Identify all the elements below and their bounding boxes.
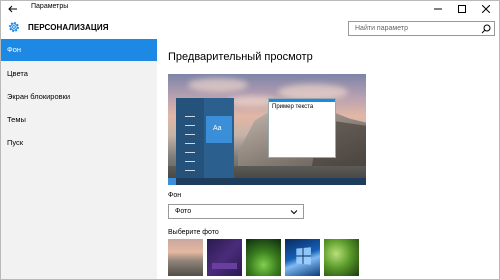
photo-thumbnail-2[interactable]: [207, 239, 242, 276]
preview-taskbar: [168, 178, 366, 185]
background-preview: Aa Пример текста: [168, 74, 366, 185]
title-bar: Параметры: [1, 1, 499, 17]
sidebar-item-colors[interactable]: Цвета: [1, 63, 157, 85]
search-placeholder: Найти параметр: [355, 25, 408, 32]
sidebar-item-themes[interactable]: Темы: [1, 109, 157, 131]
sidebar-item-background[interactable]: Фон: [1, 39, 157, 61]
page-title: ПЕРСОНАЛИЗАЦИЯ: [28, 23, 109, 32]
background-label: Фон: [168, 192, 182, 199]
background-type-value: Фото: [175, 208, 192, 215]
background-type-dropdown[interactable]: Фото: [168, 204, 304, 219]
preview-sample-window: Пример текста: [268, 98, 336, 158]
photo-thumbnail-5[interactable]: [324, 239, 359, 276]
main-content: Предварительный просмотр Aa Пример текст…: [157, 39, 499, 279]
settings-window: Параметры ПЕРСОНАЛИЗАЦИЯ Найти параметр …: [0, 0, 500, 280]
minimize-button[interactable]: [427, 1, 449, 17]
sidebar: Фон Цвета Экран блокировки Темы Пуск: [1, 39, 157, 279]
gear-icon: [9, 22, 19, 32]
photo-thumbnail-3[interactable]: [246, 239, 281, 276]
back-arrow-icon: [8, 5, 17, 13]
chevron-down-icon: [290, 210, 298, 215]
preview-tile-label: Aa: [213, 125, 222, 132]
maximize-icon: [458, 5, 466, 13]
photo-thumbnail-4[interactable]: [285, 239, 320, 276]
minimize-icon: [434, 8, 442, 10]
window-title: Параметры: [31, 3, 69, 10]
maximize-button[interactable]: [451, 1, 473, 17]
close-button[interactable]: [475, 1, 497, 17]
preview-sample-text: Пример текста: [272, 104, 314, 110]
close-icon: [482, 5, 490, 13]
search-input[interactable]: Найти параметр: [348, 21, 495, 36]
preview-heading: Предварительный просмотр: [168, 51, 313, 63]
sidebar-item-lock-screen[interactable]: Экран блокировки: [1, 86, 157, 108]
photo-thumbnail-1[interactable]: [168, 239, 203, 276]
sidebar-item-start[interactable]: Пуск: [1, 132, 157, 154]
preview-start-menu: Aa: [176, 98, 234, 185]
preview-tile: Aa: [206, 116, 232, 143]
back-button[interactable]: [5, 2, 21, 16]
choose-photo-label: Выберите фото: [168, 229, 219, 236]
search-icon[interactable]: [481, 24, 491, 34]
